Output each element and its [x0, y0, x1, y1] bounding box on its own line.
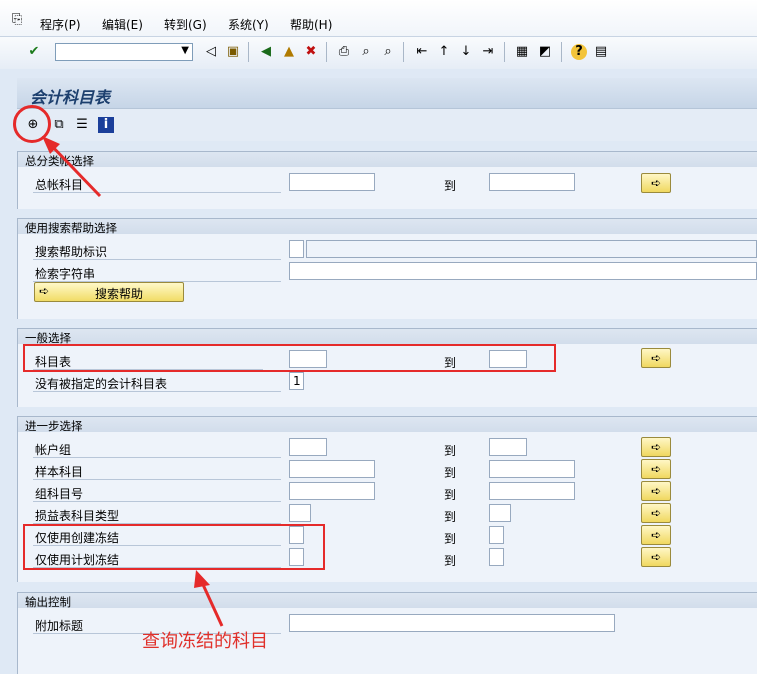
annotation-arrow-line [46, 140, 102, 198]
annotation-arrows [42, 136, 224, 627]
annotation-text: 查询冻结的科目 [142, 631, 268, 652]
annotation-arrow-head [194, 570, 210, 588]
